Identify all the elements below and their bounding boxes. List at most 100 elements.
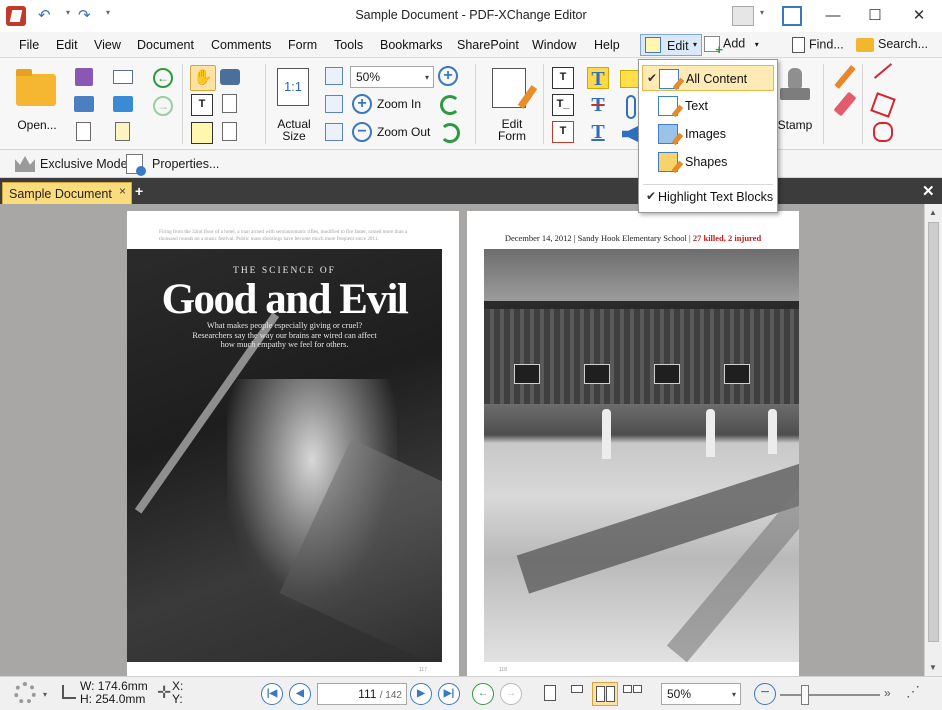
search-button[interactable]: Search... bbox=[856, 37, 928, 52]
close-button[interactable]: ✕ bbox=[904, 4, 934, 28]
underline-text-icon[interactable]: T bbox=[587, 121, 609, 143]
dropdown-item-text[interactable]: Text bbox=[642, 93, 774, 119]
print-icon[interactable] bbox=[74, 96, 94, 112]
menu-edit[interactable]: Edit bbox=[56, 38, 78, 52]
menu-bookmarks[interactable]: Bookmarks bbox=[380, 38, 443, 52]
zoom-out-button[interactable]: − bbox=[754, 683, 776, 705]
page-number-input[interactable]: 111 / 142 bbox=[317, 683, 407, 705]
select-text-icon[interactable]: T bbox=[191, 94, 213, 116]
hand-tool-icon[interactable]: ✋ bbox=[190, 65, 216, 91]
menu-form[interactable]: Form bbox=[288, 38, 317, 52]
arrow-tool-icon[interactable] bbox=[873, 63, 893, 79]
snapshot-icon[interactable] bbox=[220, 69, 240, 85]
menu-document[interactable]: Document bbox=[137, 38, 194, 52]
more-options-icon[interactable]: » bbox=[884, 686, 891, 700]
undo-icon[interactable]: ↶ bbox=[38, 6, 51, 24]
minimize-button[interactable]: — bbox=[818, 4, 848, 28]
fit-visible-icon[interactable] bbox=[325, 123, 343, 141]
menu-view[interactable]: View bbox=[94, 38, 121, 52]
actual-size-label[interactable]: Actual Size bbox=[270, 118, 318, 142]
menu-tools[interactable]: Tools bbox=[334, 38, 363, 52]
zoom-slider-thumb[interactable] bbox=[801, 685, 809, 705]
scan-icon[interactable] bbox=[113, 96, 133, 112]
vertical-scrollbar[interactable]: ▲ ▼ bbox=[924, 204, 942, 676]
cloud-tool-icon[interactable] bbox=[873, 122, 893, 142]
menu-help[interactable]: Help bbox=[594, 38, 620, 52]
app-logo-icon[interactable] bbox=[6, 6, 26, 26]
text-box-icon[interactable]: T_ bbox=[552, 94, 574, 116]
page-118[interactable]: December 14, 2012 | Sandy Hook Elementar… bbox=[467, 211, 799, 676]
undo-dropdown-icon[interactable]: ▾ bbox=[66, 8, 70, 17]
document-viewport[interactable]: Firing from the 32nd floor of a hotel, a… bbox=[0, 204, 924, 676]
open-button-label[interactable]: Open... bbox=[8, 118, 66, 132]
stamp-label[interactable]: Stamp bbox=[774, 118, 816, 132]
scroll-up-icon[interactable]: ▲ bbox=[929, 208, 937, 217]
gear-icon[interactable] bbox=[14, 682, 36, 704]
page-options-icon[interactable] bbox=[222, 122, 237, 141]
close-all-tabs-icon[interactable]: ✕ bbox=[922, 182, 935, 200]
typewriter-icon[interactable]: T bbox=[552, 67, 574, 89]
fit-page-icon[interactable] bbox=[325, 95, 343, 113]
strikeout-text-icon[interactable]: T bbox=[587, 94, 609, 116]
paste-icon[interactable] bbox=[222, 94, 237, 113]
previous-page-button[interactable]: ◀ bbox=[289, 683, 311, 705]
open-folder-icon[interactable] bbox=[16, 69, 56, 106]
eraser-icon[interactable] bbox=[833, 91, 857, 117]
next-page-button[interactable]: ▶ bbox=[410, 683, 432, 705]
new-tab-icon[interactable]: + bbox=[135, 183, 143, 199]
find-button[interactable]: Find... bbox=[792, 37, 844, 53]
tab-sample-document[interactable]: Sample Document × bbox=[2, 182, 132, 204]
qat-customize-icon[interactable]: ▾ bbox=[106, 8, 110, 17]
zoom-in-label[interactable]: Zoom In bbox=[377, 97, 421, 111]
menu-sharepoint[interactable]: SharePoint bbox=[457, 38, 519, 52]
zoom-level-select[interactable]: 50% ▾ bbox=[350, 66, 434, 88]
sound-icon[interactable] bbox=[622, 126, 638, 142]
chevron-down-icon[interactable]: ▾ bbox=[43, 690, 47, 699]
first-page-button[interactable]: |◀ bbox=[261, 683, 283, 705]
next-view-button[interactable]: → bbox=[500, 683, 522, 705]
pencil-icon[interactable] bbox=[834, 65, 856, 89]
select-comments-icon[interactable] bbox=[191, 122, 213, 144]
last-page-button[interactable]: ▶| bbox=[438, 683, 460, 705]
add-button[interactable]: Add ▾ bbox=[704, 36, 759, 57]
properties-button[interactable]: Properties... bbox=[152, 157, 219, 171]
polygon-tool-icon[interactable] bbox=[870, 92, 896, 118]
actual-size-icon[interactable]: 1:1 bbox=[277, 68, 309, 106]
edit-content-button[interactable]: Edit ▾ bbox=[640, 34, 702, 56]
status-zoom-select[interactable]: 50% ▾ bbox=[661, 683, 741, 705]
new-from-icon[interactable] bbox=[115, 122, 130, 141]
scroll-thumb[interactable] bbox=[928, 222, 939, 642]
dropdown-item-highlight-text-blocks[interactable]: ✔ Highlight Text Blocks bbox=[642, 184, 774, 210]
edit-form-icon[interactable] bbox=[492, 68, 526, 108]
menu-comments[interactable]: Comments bbox=[211, 38, 271, 52]
dropdown-item-all-content[interactable]: ✔ All Content bbox=[642, 65, 774, 91]
fullscreen-icon[interactable] bbox=[782, 6, 802, 26]
exclusive-mode-button[interactable]: Exclusive Mode bbox=[40, 157, 128, 171]
back-view-icon[interactable]: ← bbox=[153, 68, 173, 88]
new-document-icon[interactable] bbox=[76, 122, 91, 141]
zoom-out-label[interactable]: Zoom Out bbox=[377, 125, 430, 139]
tab-close-icon[interactable]: × bbox=[119, 184, 126, 198]
zoom-tool-icon[interactable]: + bbox=[438, 66, 458, 86]
edit-form-label[interactable]: Edit Form bbox=[486, 118, 538, 142]
save-icon[interactable] bbox=[75, 68, 93, 86]
zoom-in-icon[interactable]: + bbox=[352, 94, 372, 114]
stamp-icon[interactable] bbox=[780, 68, 810, 110]
resize-grip-icon[interactable]: ⋰ bbox=[906, 683, 920, 700]
highlight-text-icon[interactable]: T bbox=[587, 67, 609, 90]
zoom-slider-track[interactable] bbox=[780, 694, 880, 696]
rotate-right-icon[interactable] bbox=[440, 123, 460, 143]
previous-view-button[interactable]: ← bbox=[472, 683, 494, 705]
fit-width-icon[interactable] bbox=[325, 67, 343, 85]
scroll-down-icon[interactable]: ▼ bbox=[929, 663, 937, 672]
facing-layout-button[interactable] bbox=[592, 682, 618, 706]
maximize-button[interactable]: ☐ bbox=[860, 4, 890, 28]
continuous-layout-button[interactable] bbox=[565, 682, 591, 706]
facing-continuous-layout-button[interactable] bbox=[620, 682, 646, 706]
single-page-layout-button[interactable] bbox=[538, 682, 564, 706]
ui-options-icon[interactable] bbox=[732, 6, 754, 26]
forward-view-icon[interactable]: → bbox=[153, 96, 173, 116]
email-icon[interactable] bbox=[113, 70, 133, 84]
menu-file[interactable]: File bbox=[19, 38, 39, 52]
zoom-out-icon[interactable]: − bbox=[352, 122, 372, 142]
